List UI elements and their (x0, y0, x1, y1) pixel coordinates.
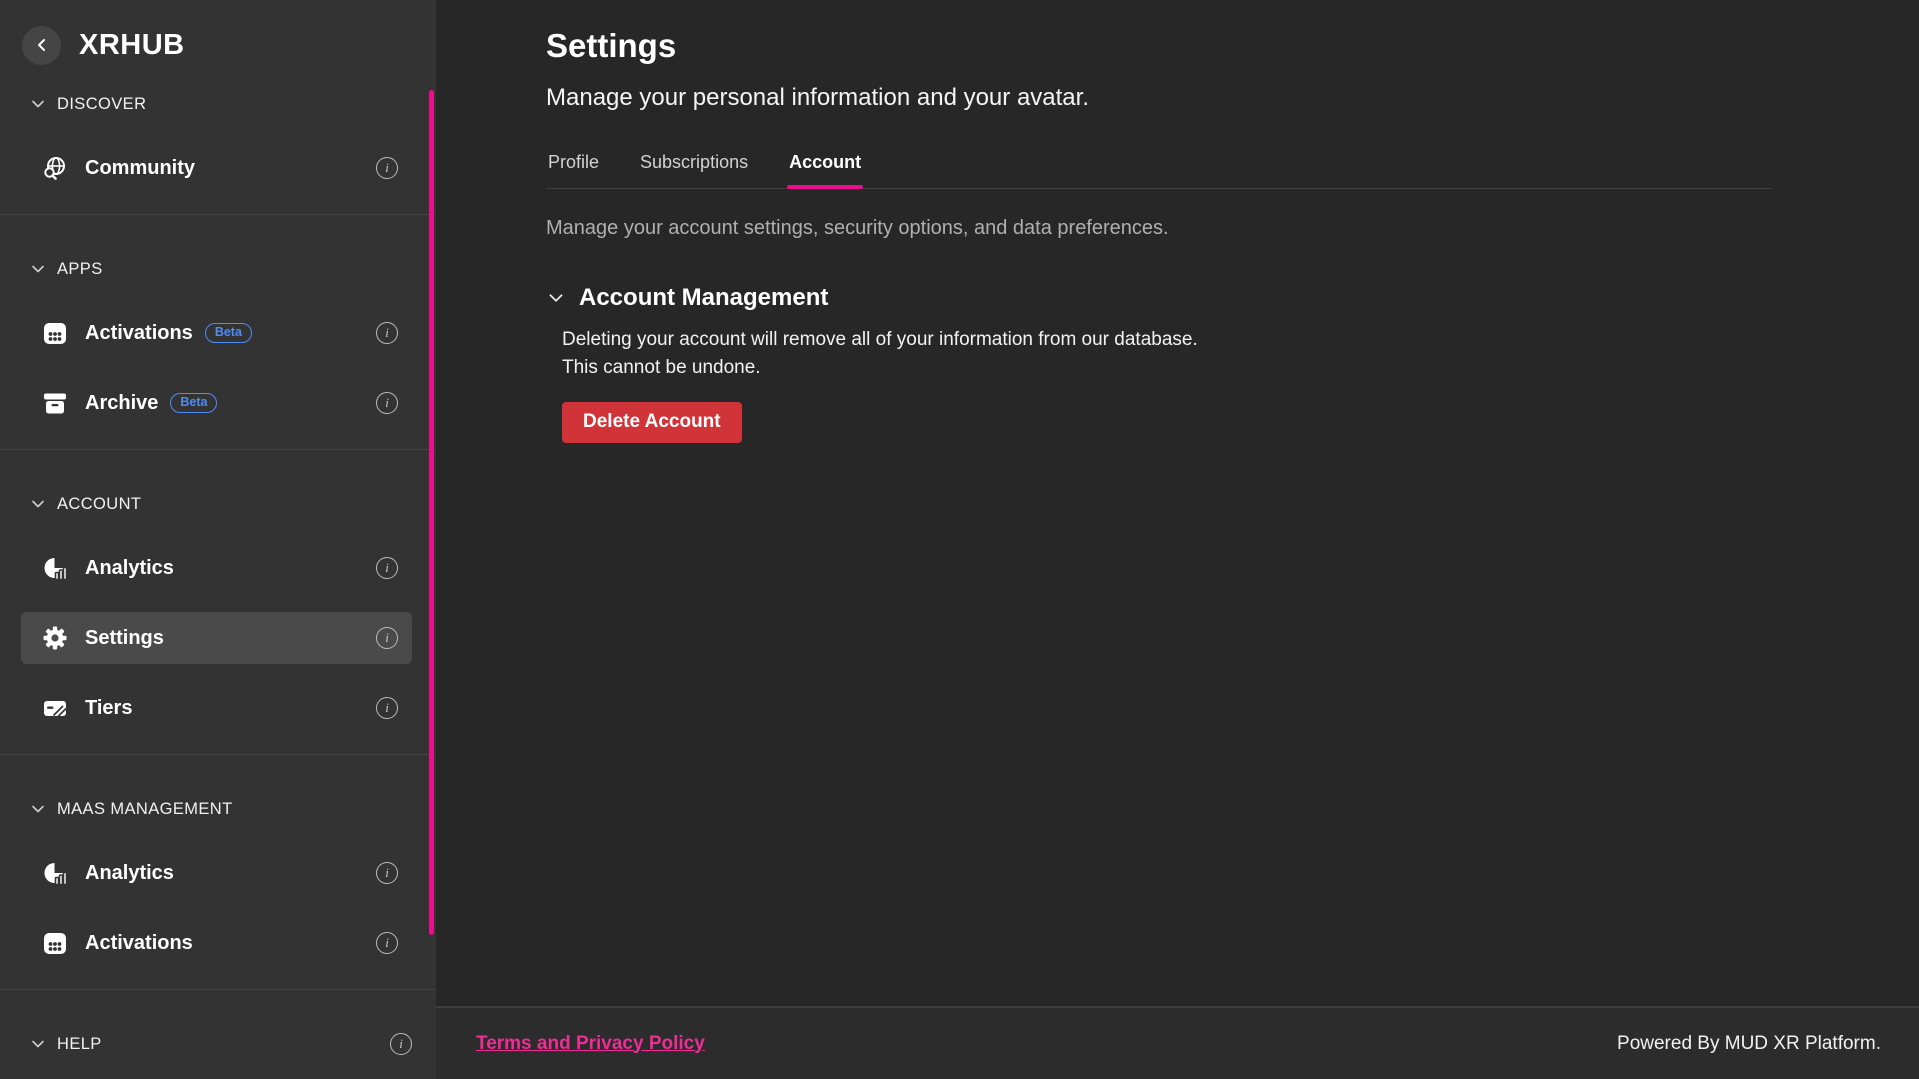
chevron-down-icon (29, 260, 47, 278)
sidebar-header: XRHUB (0, 0, 436, 70)
globe-search-icon (42, 155, 68, 181)
sidebar-scrollbar-thumb[interactable] (429, 90, 434, 935)
chevron-down-icon (546, 288, 566, 308)
account-management-title: Account Management (579, 284, 828, 312)
chevron-down-icon (29, 95, 47, 113)
sidebar-item-label: Activations (85, 322, 193, 345)
sidebar-item-activations[interactable]: Activations Beta i (21, 307, 412, 359)
sidebar-item-label: Analytics (85, 557, 174, 580)
section-label: MAAS MANAGEMENT (57, 800, 233, 819)
info-icon[interactable]: i (376, 697, 398, 719)
info-icon[interactable]: i (390, 1033, 412, 1055)
account-management-header[interactable]: Account Management (546, 284, 1879, 312)
tab-subscriptions[interactable]: Subscriptions (638, 152, 750, 188)
sidebar-item-label: Tiers (85, 697, 132, 720)
section-label: ACCOUNT (57, 495, 141, 514)
info-icon[interactable]: i (376, 932, 398, 954)
sidebar-item-analytics[interactable]: Analytics i (21, 542, 412, 594)
tab-profile[interactable]: Profile (546, 152, 601, 188)
footer: Terms and Privacy Policy Powered By MUD … (436, 1006, 1919, 1079)
sidebar-item-archive[interactable]: Archive Beta i (21, 377, 412, 429)
info-icon[interactable]: i (376, 557, 398, 579)
sidebar-item-community[interactable]: Community i (21, 142, 412, 194)
info-icon[interactable]: i (376, 157, 398, 179)
archive-box-icon (42, 390, 68, 416)
sidebar-section-discover: DISCOVER Community i (0, 70, 436, 214)
main-panel: Settings Manage your personal informatio… (436, 0, 1919, 1079)
sidebar-item-maas-activations[interactable]: Activations i (21, 917, 412, 969)
delete-account-button[interactable]: Delete Account (562, 402, 742, 443)
powered-by-text: Powered By MUD XR Platform. (1617, 1033, 1881, 1055)
sidebar-item-label: Analytics (85, 862, 174, 885)
section-label: DISCOVER (57, 95, 146, 114)
apps-grid-icon (42, 320, 68, 346)
info-icon[interactable]: i (376, 392, 398, 414)
sidebar-section-apps: APPS Activations Beta i Ar (0, 214, 436, 449)
sidebar-item-label: Community (85, 157, 195, 180)
tab-account[interactable]: Account (787, 152, 863, 188)
terms-privacy-link[interactable]: Terms and Privacy Policy (476, 1033, 705, 1055)
chevron-down-icon (29, 800, 47, 818)
gear-icon (42, 625, 68, 651)
sidebar: XRHUB DISCOVER Community i (0, 0, 436, 1079)
tab-description: Manage your account settings, security o… (546, 217, 1879, 240)
delete-account-description: Deleting your account will remove all of… (562, 326, 1879, 382)
delete-description-line1: Deleting your account will remove all of… (562, 326, 1879, 354)
beta-badge: Beta (170, 393, 217, 413)
page-subtitle: Manage your personal information and you… (546, 84, 1879, 112)
section-label: APPS (57, 260, 103, 279)
sidebar-item-label: Archive (85, 392, 158, 415)
section-header-discover[interactable]: DISCOVER (0, 84, 436, 124)
page-title: Settings (546, 26, 1879, 66)
sidebar-item-maas-analytics[interactable]: Analytics i (21, 847, 412, 899)
section-header-maas-management[interactable]: MAAS MANAGEMENT (0, 789, 436, 829)
card-edit-icon (42, 695, 68, 721)
sidebar-item-settings[interactable]: Settings i (21, 612, 412, 664)
beta-badge: Beta (205, 323, 252, 343)
sidebar-item-label: Activations (85, 932, 193, 955)
chevron-down-icon (29, 495, 47, 513)
delete-description-line2: This cannot be undone. (562, 354, 1879, 382)
sidebar-item-tiers[interactable]: Tiers i (21, 682, 412, 734)
pie-chart-icon (42, 860, 68, 886)
back-button[interactable] (22, 26, 61, 65)
info-icon[interactable]: i (376, 322, 398, 344)
section-label: HELP (57, 1035, 102, 1054)
sidebar-section-maas-management: MAAS MANAGEMENT Analytics i (0, 754, 436, 989)
apps-grid-icon (42, 930, 68, 956)
info-icon[interactable]: i (376, 627, 398, 649)
settings-tabs: Profile Subscriptions Account (546, 152, 1772, 189)
app-logo: XRHUB (79, 29, 185, 62)
section-header-help[interactable]: HELP i (0, 1024, 436, 1064)
info-icon[interactable]: i (376, 862, 398, 884)
chevron-down-icon (29, 1035, 47, 1053)
settings-content: Settings Manage your personal informatio… (436, 0, 1919, 1006)
pie-chart-icon (42, 555, 68, 581)
sidebar-section-help: HELP i (0, 989, 436, 1079)
sidebar-item-label: Settings (85, 627, 164, 650)
section-header-account[interactable]: ACCOUNT (0, 484, 436, 524)
sidebar-section-account: ACCOUNT Analytics i (0, 449, 436, 754)
chevron-left-icon (35, 38, 49, 52)
section-header-apps[interactable]: APPS (0, 249, 436, 289)
